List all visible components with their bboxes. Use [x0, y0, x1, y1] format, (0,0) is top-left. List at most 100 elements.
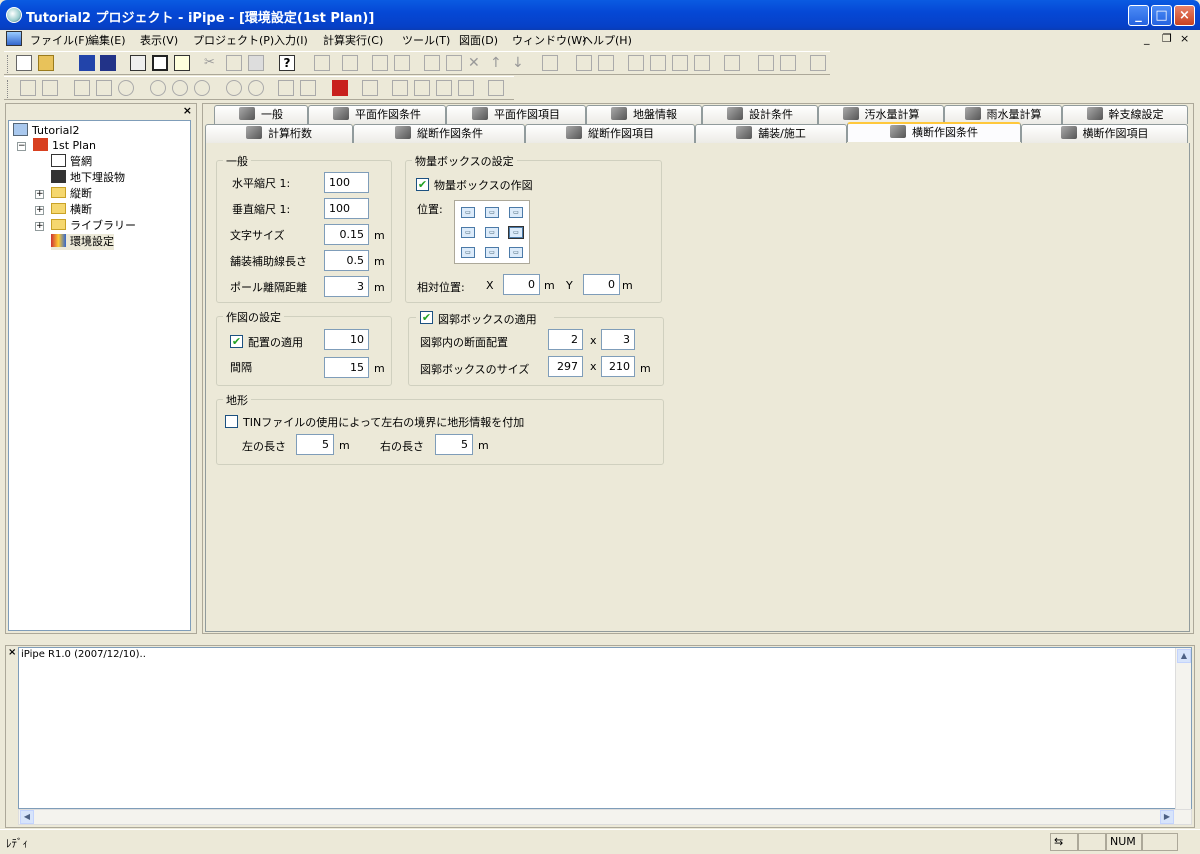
cut-icon[interactable]: ✂ — [204, 55, 220, 71]
tree-view-icon[interactable] — [130, 55, 146, 71]
position-middle-left[interactable]: ▭ — [461, 227, 475, 238]
delete-icon[interactable]: ✕ — [468, 55, 484, 71]
menu-input[interactable]: 入力(I) — [274, 32, 308, 48]
zoom-window-icon[interactable] — [150, 80, 166, 96]
menu-calc[interactable]: 計算実行(C) — [323, 32, 383, 48]
view-8-icon[interactable] — [758, 55, 774, 71]
position-top-center[interactable]: ▭ — [485, 207, 499, 218]
layout-checkbox[interactable]: ✔ — [230, 335, 243, 348]
menu-help[interactable]: ヘルプ(H) — [582, 32, 632, 48]
app-icon[interactable] — [6, 7, 22, 23]
position-bottom-right[interactable]: ▭ — [509, 247, 523, 258]
down-arrow-icon[interactable]: ↓ — [512, 55, 528, 71]
tab-design-conditions[interactable]: 設計条件 — [702, 105, 818, 124]
help-icon[interactable]: ? — [279, 55, 295, 71]
horizontal-scrollbar[interactable]: ◀ ▶ — [18, 809, 1192, 825]
pole-input[interactable]: 3 — [324, 276, 369, 297]
maximize-button[interactable]: □ — [1151, 5, 1172, 26]
tab-general[interactable]: 一般 — [214, 105, 308, 124]
view-6-icon[interactable] — [694, 55, 710, 71]
view-3-icon[interactable] — [628, 55, 644, 71]
position-bottom-center[interactable]: ▭ — [485, 247, 499, 258]
tree-root[interactable]: Tutorial2 — [13, 123, 79, 139]
zoom-out-icon[interactable] — [248, 80, 264, 96]
tab-calc-digits[interactable]: 計算桁数 — [205, 124, 353, 143]
tab-profile-drawing-items[interactable]: 縦断作図項目 — [525, 124, 695, 143]
tool-e-icon[interactable] — [436, 80, 452, 96]
tab-paving-construction[interactable]: 舗装/施工 — [695, 124, 847, 143]
output-log[interactable]: iPipe R1.0 (2007/12/10).. ▲ — [18, 647, 1192, 810]
expand-icon[interactable]: + — [35, 206, 44, 215]
tab-plan-drawing-items[interactable]: 平面作図項目 — [446, 105, 586, 124]
menu-tools[interactable]: ツール(T) — [402, 32, 450, 48]
tree-item-profile[interactable]: 縦断 — [51, 186, 92, 202]
frame-box-checkbox[interactable]: ✔ — [420, 311, 433, 324]
h-scale-input[interactable]: 100 — [324, 172, 369, 193]
view-9-icon[interactable] — [780, 55, 796, 71]
pan-icon[interactable] — [278, 80, 294, 96]
tool-b-icon[interactable] — [42, 80, 58, 96]
tool-d-icon[interactable] — [414, 80, 430, 96]
print-icon[interactable] — [542, 55, 558, 71]
menu-window[interactable]: ウィンドウ(W) — [512, 32, 586, 48]
v-scale-input[interactable]: 100 — [324, 198, 369, 219]
up-arrow-icon[interactable]: ↑ — [490, 55, 506, 71]
paste-icon[interactable] — [248, 55, 264, 71]
open-icon[interactable] — [38, 55, 54, 71]
person-icon[interactable] — [362, 80, 378, 96]
zoom-all-icon[interactable] — [172, 80, 188, 96]
menu-view[interactable]: 表示(V) — [140, 32, 178, 48]
view-5-icon[interactable] — [672, 55, 688, 71]
save-icon[interactable] — [79, 55, 95, 71]
view-10-icon[interactable] — [810, 55, 826, 71]
tool-2-icon[interactable] — [342, 55, 358, 71]
interval-input[interactable]: 15 — [324, 357, 369, 378]
text-size-input[interactable]: 0.15 — [324, 224, 369, 245]
tree-plan[interactable]: 1st Plan — [33, 138, 96, 154]
layout-input[interactable]: 10 — [324, 329, 369, 350]
minimize-button[interactable]: _ — [1128, 5, 1149, 26]
position-top-right[interactable]: ▭ — [509, 207, 523, 218]
window-icon[interactable] — [152, 55, 168, 71]
tab-cross-drawing-conditions[interactable]: 横断作図条件 — [847, 122, 1021, 142]
scroll-up-icon[interactable]: ▲ — [1177, 649, 1191, 663]
view-7-icon[interactable] — [724, 55, 740, 71]
tree-item-cross-section[interactable]: 横断 — [51, 202, 92, 218]
tool-1-icon[interactable] — [314, 55, 330, 71]
tool-3-icon[interactable] — [394, 55, 410, 71]
document-icon[interactable] — [6, 31, 22, 46]
position-top-left[interactable]: ▭ — [461, 207, 475, 218]
alert-icon[interactable] — [332, 80, 348, 96]
collapse-icon[interactable]: − — [17, 142, 26, 151]
zoom-in-icon[interactable] — [226, 80, 242, 96]
close-button[interactable]: × — [1174, 5, 1195, 26]
tab-plan-drawing-conditions[interactable]: 平面作図条件 — [308, 105, 446, 124]
position-middle-center[interactable]: ▭ — [485, 227, 499, 238]
tool-c-icon[interactable] — [392, 80, 408, 96]
mdi-restore-icon[interactable]: ❐ — [1162, 32, 1172, 45]
position-middle-right[interactable]: ▭ — [508, 226, 524, 239]
view-1-icon[interactable] — [576, 55, 592, 71]
menu-project[interactable]: プロジェクト(P) — [193, 32, 274, 48]
tab-ground-info[interactable]: 地盤情報 — [586, 105, 702, 124]
pave-line-input[interactable]: 0.5 — [324, 250, 369, 271]
tool-g-icon[interactable] — [488, 80, 504, 96]
mdi-minimize-icon[interactable]: _ — [1144, 32, 1150, 45]
tree-item-settings[interactable]: 環境設定 — [51, 234, 114, 250]
qty-box-checkbox[interactable]: ✔ — [416, 178, 429, 191]
scroll-right-icon[interactable]: ▶ — [1160, 810, 1174, 824]
expand-icon[interactable]: + — [35, 190, 44, 199]
position-bottom-left[interactable]: ▭ — [461, 247, 475, 258]
menu-edit[interactable]: 編集(E) — [88, 32, 126, 48]
tin-checkbox[interactable]: ✔ — [225, 415, 238, 428]
wand-icon[interactable] — [174, 55, 190, 71]
tree-item-pipe-network[interactable]: 管網 — [51, 154, 92, 170]
tab-profile-drawing-conditions[interactable]: 縦断作図条件 — [353, 124, 525, 143]
zoom-prev-icon[interactable] — [194, 80, 210, 96]
measure-icon[interactable] — [300, 80, 316, 96]
node-icon[interactable] — [424, 55, 440, 71]
arrange-a-input[interactable]: 2 — [548, 329, 583, 350]
zoom-icon[interactable] — [118, 80, 134, 96]
tool-a-icon[interactable] — [20, 80, 36, 96]
menu-drawing[interactable]: 図面(D) — [459, 32, 498, 48]
